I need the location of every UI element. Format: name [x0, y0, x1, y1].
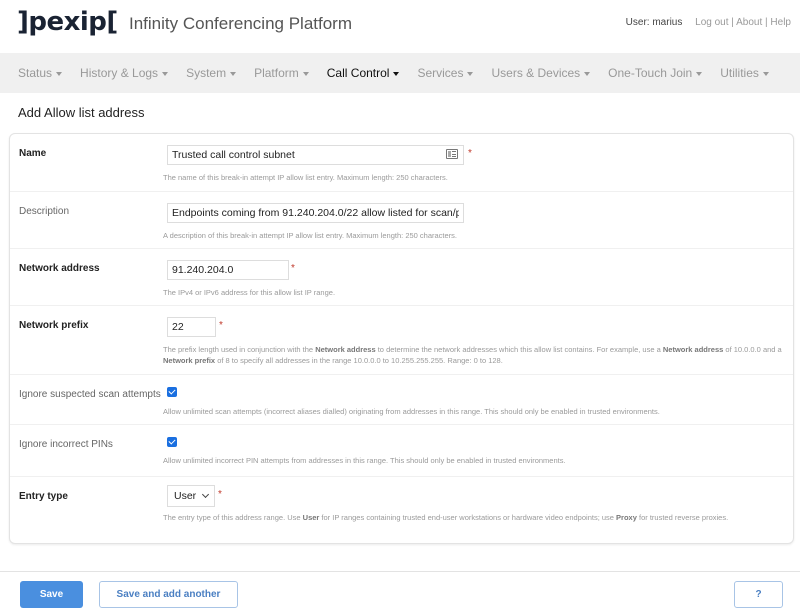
entry-type-row: Entry type User * The entry type of this… [10, 477, 793, 544]
network-prefix-row: Network prefix * The prefix length used … [10, 306, 793, 375]
help-text: The entry type of this address range. Us… [163, 513, 303, 522]
network-address-label: Network address [19, 263, 100, 274]
help-text: of 10.0.0.0 and a [723, 345, 781, 354]
caret-down-icon [303, 72, 309, 76]
help-emphasis: Network address [315, 345, 375, 354]
ignore-pins-checkbox[interactable] [167, 437, 177, 447]
nav-label: One-Touch Join [608, 66, 692, 80]
help-emphasis: Proxy [616, 513, 637, 522]
description-input[interactable] [167, 203, 464, 223]
nav-label: Platform [254, 66, 299, 80]
nav-label: Call Control [327, 66, 390, 80]
nav-one-touch-join[interactable]: One-Touch Join [608, 66, 702, 80]
description-label: Description [19, 206, 69, 217]
caret-down-icon [162, 72, 168, 76]
caret-down-icon [763, 72, 769, 76]
form-card: Name * The name of this break-in attempt… [9, 133, 794, 544]
description-field-wrap [167, 203, 464, 223]
save-and-add-another-button[interactable]: Save and add another [99, 581, 238, 608]
name-label: Name [19, 148, 46, 159]
network-address-help: The IPv4 or IPv6 address for this allow … [163, 287, 788, 298]
help-text: for trusted reverse proxies. [637, 513, 728, 522]
logout-link[interactable]: Log out [695, 17, 728, 28]
chevron-down-icon [202, 491, 209, 498]
help-emphasis: User [303, 513, 320, 522]
description-row: Description A description of this break-… [10, 192, 793, 249]
nav-services[interactable]: Services [417, 66, 473, 80]
product-title: Infinity Conferencing Platform [129, 14, 352, 34]
about-link[interactable]: About [736, 17, 762, 28]
current-user: User: marius [626, 17, 683, 28]
save-button[interactable]: Save [20, 581, 83, 608]
ignore-pins-row: Ignore incorrect PINs Allow unlimited in… [10, 425, 793, 477]
help-button[interactable]: ? [734, 581, 783, 608]
separator: | [729, 17, 737, 28]
main-nav: Status History & Logs System Platform Ca… [0, 53, 800, 93]
nav-label: Services [417, 66, 463, 80]
description-help: A description of this break-in attempt I… [163, 230, 788, 241]
network-prefix-label: Network prefix [19, 320, 88, 331]
header: ]pexip[ Infinity Conferencing Platform U… [0, 0, 800, 53]
nav-label: Users & Devices [491, 66, 580, 80]
contact-card-icon[interactable] [446, 149, 458, 159]
help-text: to determine the network addresses which… [376, 345, 663, 354]
caret-down-icon [467, 72, 473, 76]
entry-type-select[interactable]: User [167, 485, 215, 507]
network-prefix-input[interactable] [167, 317, 216, 337]
page-title: Add Allow list address [0, 93, 800, 131]
ignore-pins-label: Ignore incorrect PINs [19, 439, 113, 450]
form-footer: Save Save and add another ? [0, 571, 800, 611]
name-field-wrap [167, 145, 464, 165]
network-prefix-help: The prefix length used in conjunction wi… [163, 344, 788, 366]
user-links: User: marius Log out | About | Help [626, 17, 791, 28]
help-text: for IP ranges containing trusted end-use… [319, 513, 616, 522]
caret-down-icon [56, 72, 62, 76]
required-marker: * [291, 263, 295, 274]
required-marker: * [218, 489, 222, 500]
help-link[interactable]: Help [770, 17, 791, 28]
ignore-scan-checkbox[interactable] [167, 387, 177, 397]
ignore-scan-row: Ignore suspected scan attempts Allow unl… [10, 375, 793, 425]
caret-down-icon [584, 72, 590, 76]
nav-status[interactable]: Status [18, 66, 62, 80]
nav-users-devices[interactable]: Users & Devices [491, 66, 590, 80]
name-row: Name * The name of this break-in attempt… [10, 134, 793, 192]
network-prefix-field-wrap [167, 317, 216, 337]
help-emphasis: Network address [663, 345, 723, 354]
network-address-input[interactable] [167, 260, 289, 280]
entry-type-value: User [174, 490, 196, 502]
nav-history-logs[interactable]: History & Logs [80, 66, 168, 80]
caret-down-icon [696, 72, 702, 76]
nav-platform[interactable]: Platform [254, 66, 309, 80]
help-text: of 8 to specify all addresses in the ran… [215, 356, 503, 365]
nav-utilities[interactable]: Utilities [720, 66, 769, 80]
network-address-field-wrap [167, 260, 289, 280]
caret-down-icon [230, 72, 236, 76]
entry-type-help: The entry type of this address range. Us… [163, 512, 788, 523]
entry-type-select-wrap: User [167, 485, 215, 507]
nav-label: History & Logs [80, 66, 158, 80]
required-marker: * [219, 320, 223, 331]
name-help: The name of this break-in attempt IP all… [163, 172, 788, 183]
nav-label: System [186, 66, 226, 80]
network-address-row: Network address * The IPv4 or IPv6 addre… [10, 249, 793, 306]
help-emphasis: Network prefix [163, 356, 215, 365]
nav-system[interactable]: System [186, 66, 236, 80]
pexip-logo[interactable]: ]pexip[ [17, 7, 118, 37]
ignore-scan-checkbox-wrap [167, 387, 177, 397]
ignore-scan-help: Allow unlimited scan attempts (incorrect… [163, 406, 788, 417]
ignore-scan-label: Ignore suspected scan attempts [19, 389, 161, 400]
ignore-pins-checkbox-wrap [167, 437, 177, 447]
ignore-pins-help: Allow unlimited incorrect PIN attempts f… [163, 455, 788, 466]
name-input[interactable] [167, 145, 464, 165]
required-marker: * [468, 148, 472, 159]
entry-type-label: Entry type [19, 491, 68, 502]
nav-call-control[interactable]: Call Control [327, 66, 400, 80]
nav-label: Status [18, 66, 52, 80]
nav-label: Utilities [720, 66, 759, 80]
help-text: The prefix length used in conjunction wi… [163, 345, 315, 354]
caret-down-icon [393, 72, 399, 76]
